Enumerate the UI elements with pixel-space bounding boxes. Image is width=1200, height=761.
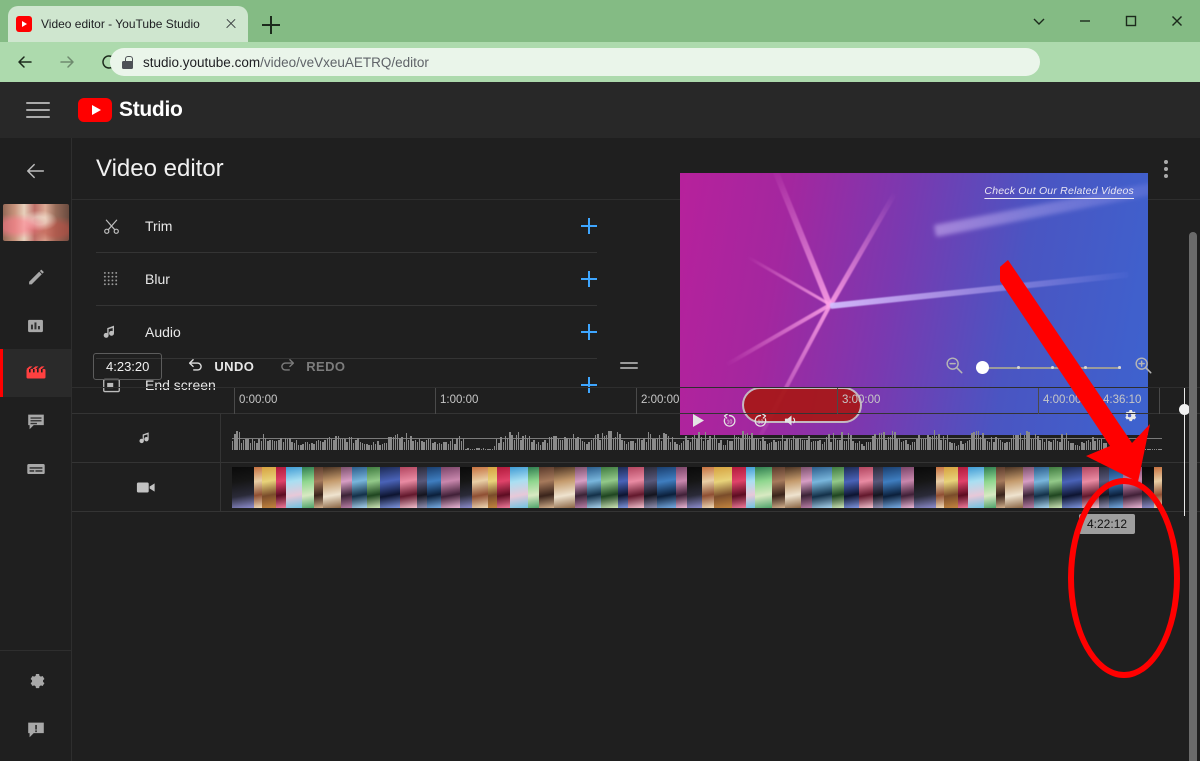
effect-row-trim[interactable]: Trim xyxy=(96,200,597,253)
current-time-input[interactable]: 4:23:20 xyxy=(93,353,162,380)
timeline-zoom-controls xyxy=(944,355,1153,380)
analytics-bars-icon xyxy=(25,315,46,336)
video-track-row[interactable] xyxy=(72,463,1200,512)
youtube-icon xyxy=(16,16,32,32)
page-overflow-menu-icon[interactable] xyxy=(1156,152,1176,186)
blur-grid-icon xyxy=(96,271,126,288)
film-clapper-icon xyxy=(24,361,48,385)
page-scrollbar[interactable] xyxy=(1189,232,1197,761)
close-window-icon[interactable] xyxy=(1154,0,1200,42)
zoom-in-icon[interactable] xyxy=(1133,355,1153,380)
add-trim-button[interactable] xyxy=(581,218,597,234)
sidebar-item-details[interactable] xyxy=(0,253,71,301)
back-arrow-icon[interactable] xyxy=(8,45,42,79)
zoom-slider-knob[interactable] xyxy=(976,361,989,374)
undo-label: UNDO xyxy=(214,359,254,374)
tab-title: Video editor - YouTube Studio xyxy=(41,17,222,31)
redo-button[interactable]: REDO xyxy=(278,354,345,378)
ruler-label: 3:00:00 xyxy=(837,394,880,406)
effect-row-blur[interactable]: Blur xyxy=(96,253,597,306)
sidebar-item-editor[interactable] xyxy=(0,349,71,397)
browser-tabstrip: Video editor - YouTube Studio xyxy=(0,0,1200,42)
zoom-slider[interactable] xyxy=(976,358,1121,378)
sidebar-item-send-feedback[interactable] xyxy=(0,705,72,753)
add-audio-button[interactable] xyxy=(581,324,597,340)
screenshot-root: Video editor - YouTube Studio xyxy=(0,0,1200,761)
playhead[interactable] xyxy=(1184,388,1185,516)
audio-track-row[interactable] xyxy=(72,414,1200,463)
studio-sidebar xyxy=(0,138,72,761)
url-host: studio.youtube.com xyxy=(143,55,260,70)
timeline: 0:00:00 1:00:00 2:00:00 3:00:00 4:00:00 … xyxy=(72,388,1200,761)
minimize-icon[interactable] xyxy=(1062,0,1108,42)
pencil-icon xyxy=(25,266,47,288)
timeline-toolbar: 4:23:20 UNDO REDO xyxy=(72,345,1200,388)
redo-arrow-icon xyxy=(278,354,297,378)
lock-icon xyxy=(122,56,133,69)
effect-label: Audio xyxy=(145,324,181,340)
effect-label: Trim xyxy=(145,218,172,234)
comment-bubble-icon xyxy=(25,410,47,432)
sidebar-item-comments[interactable] xyxy=(0,397,71,445)
studio-logo[interactable]: Studio xyxy=(78,98,183,122)
ruler-label: 2:00:00 xyxy=(636,394,679,406)
studio-logo-text: Studio xyxy=(119,98,183,122)
timeline-ruler[interactable]: 0:00:00 1:00:00 2:00:00 3:00:00 4:00:00 … xyxy=(72,388,1200,414)
new-tab-button[interactable] xyxy=(258,12,284,38)
video-camera-icon xyxy=(72,480,220,495)
youtube-play-icon xyxy=(78,98,112,122)
window-controls xyxy=(1016,0,1200,42)
maximize-icon[interactable] xyxy=(1108,0,1154,42)
forward-arrow-icon[interactable] xyxy=(50,45,84,79)
ruler-label-end: 4:36:10 xyxy=(1098,394,1141,406)
sidebar-item-subtitles[interactable] xyxy=(0,445,71,493)
hamburger-icon[interactable] xyxy=(26,97,50,123)
ruler-label: 1:00:00 xyxy=(435,394,478,406)
gear-icon xyxy=(25,670,47,692)
undo-arrow-icon xyxy=(186,354,205,378)
browser-tab[interactable]: Video editor - YouTube Studio xyxy=(8,6,248,42)
effect-label: Blur xyxy=(145,271,170,287)
studio-header: Studio xyxy=(0,82,1200,138)
add-blur-button[interactable] xyxy=(581,271,597,287)
zoom-out-icon[interactable] xyxy=(944,355,964,380)
sidebar-video-thumbnail[interactable] xyxy=(3,204,69,241)
sidebar-bottom-group xyxy=(0,650,72,753)
undo-button[interactable]: UNDO xyxy=(186,354,254,378)
audio-waveform xyxy=(232,428,1162,450)
related-videos-overlay-text: Check Out Our Related Videos xyxy=(984,185,1134,197)
playhead-time-tooltip: 4:22:12 xyxy=(1079,514,1135,534)
url-path: /video/veVxeuAETRQ/editor xyxy=(260,55,429,70)
scissors-icon xyxy=(96,217,126,236)
page-title: Video editor xyxy=(96,155,224,183)
sidebar-item-settings[interactable] xyxy=(0,657,72,705)
ruler-label: 0:00:00 xyxy=(234,394,277,406)
sidebar-item-analytics[interactable] xyxy=(0,301,71,349)
studio-main: Video editor Trim xyxy=(72,138,1200,761)
address-bar[interactable]: studio.youtube.com/video/veVxeuAETRQ/edi… xyxy=(110,48,1040,76)
timeline-drag-handle-icon[interactable] xyxy=(620,359,638,372)
tab-search-chevron-down-icon[interactable] xyxy=(1016,0,1062,42)
subtitles-icon xyxy=(25,458,47,480)
video-filmstrip xyxy=(232,467,1162,508)
feedback-icon xyxy=(25,718,47,740)
ruler-label: 4:00:00 xyxy=(1038,394,1081,406)
music-note-icon xyxy=(96,323,126,341)
music-note-icon xyxy=(72,430,220,446)
redo-label: REDO xyxy=(306,359,345,374)
close-icon[interactable] xyxy=(222,15,240,33)
browser-toolbar: studio.youtube.com/video/veVxeuAETRQ/edi… xyxy=(0,42,1200,82)
url-text: studio.youtube.com/video/veVxeuAETRQ/edi… xyxy=(143,55,429,70)
sidebar-back-button[interactable] xyxy=(0,138,71,204)
youtube-studio-app: Studio Search across your channel ✛ CREA… xyxy=(0,82,1200,761)
